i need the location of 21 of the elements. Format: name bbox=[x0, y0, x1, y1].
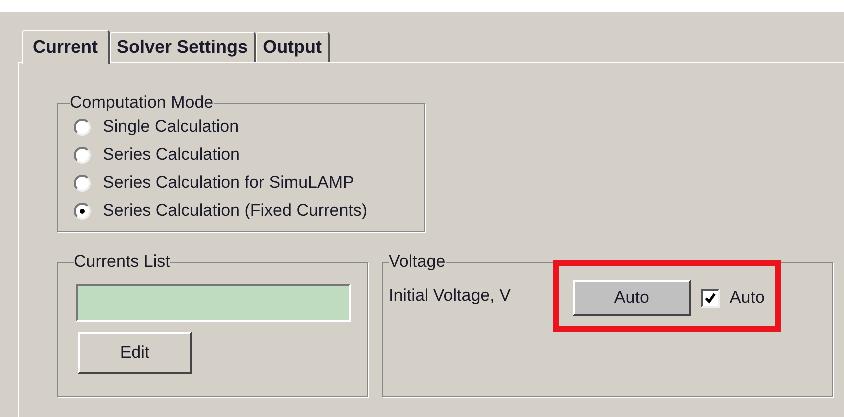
tab[interactable]: Current bbox=[22, 30, 110, 64]
checkbox[interactable] bbox=[700, 288, 720, 308]
radio-button[interactable] bbox=[74, 146, 91, 164]
field-label: Initial Voltage, V bbox=[389, 286, 511, 306]
radio-button[interactable] bbox=[74, 118, 91, 136]
tab[interactable]: Output bbox=[256, 32, 330, 62]
radio-label: Series Calculation bbox=[103, 145, 240, 165]
group-title: Voltage bbox=[389, 252, 446, 272]
radio-label: Series Calculation (Fixed Currents) bbox=[103, 201, 368, 221]
radio-button[interactable] bbox=[74, 174, 91, 192]
group-title: Computation Mode bbox=[70, 93, 214, 113]
edit-button[interactable]: Edit bbox=[78, 332, 192, 374]
radio-label: Single Calculation bbox=[103, 117, 240, 137]
group-title: Currents List bbox=[74, 252, 170, 272]
input-field[interactable] bbox=[76, 284, 351, 322]
tab[interactable]: Solver Settings bbox=[110, 32, 256, 62]
checkbox-label: Auto bbox=[730, 288, 765, 308]
auto-button[interactable]: Auto bbox=[572, 280, 691, 316]
check-icon bbox=[704, 292, 717, 304]
radio-button[interactable] bbox=[74, 202, 91, 220]
radio-label: Series Calculation for SimuLAMP bbox=[103, 173, 354, 193]
